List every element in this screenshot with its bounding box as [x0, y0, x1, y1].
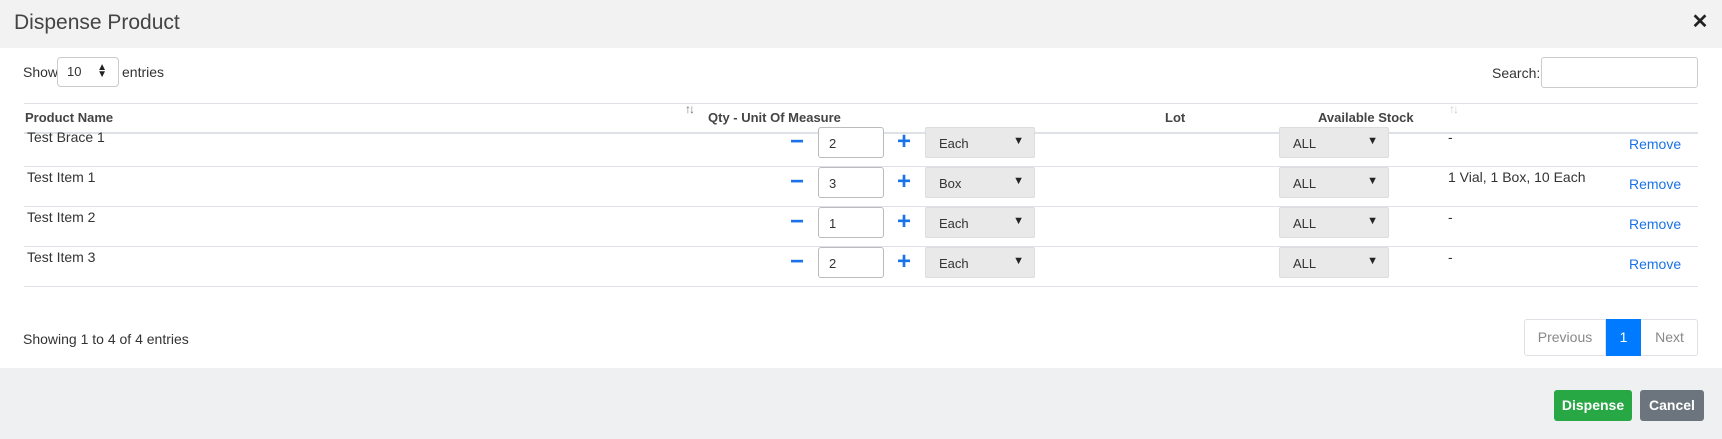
lot-select[interactable]: ALL ▼	[1279, 127, 1389, 158]
product-name: Test Item 3	[27, 249, 96, 265]
pagination-next[interactable]: Next	[1641, 320, 1698, 355]
remove-link[interactable]: Remove	[1629, 136, 1681, 152]
decrement-qty-button[interactable]: −	[787, 209, 807, 235]
qty-input[interactable]: 2	[818, 127, 884, 158]
table-row: Test Item 2 − 1 + Each ▼ ALL ▼ - Remove	[24, 203, 1698, 247]
modal-body: Show 10 ▲ ▼ entries Search: Product Name …	[0, 48, 1722, 368]
lot-select[interactable]: ALL ▼	[1279, 247, 1389, 278]
uom-value: Box	[939, 176, 962, 191]
available-stock: -	[1448, 209, 1453, 225]
lot-value: ALL	[1293, 216, 1317, 231]
increment-qty-button[interactable]: +	[894, 209, 914, 235]
pagination-page-1[interactable]: 1	[1606, 319, 1641, 356]
decrement-qty-button[interactable]: −	[787, 249, 807, 275]
uom-value: Each	[939, 216, 969, 231]
qty-input[interactable]: 3	[818, 167, 884, 198]
decrement-qty-button[interactable]: −	[787, 169, 807, 195]
sort-icon[interactable]: ↑↓	[685, 102, 695, 116]
pagination-previous[interactable]: Previous	[1525, 320, 1606, 355]
table-row: Test Item 3 − 2 + Each ▼ ALL ▼ - Remove	[24, 243, 1698, 287]
table-row: Test Item 1 − 3 + Box ▼ ALL ▼ 1 Vial, 1 …	[24, 163, 1698, 207]
close-icon[interactable]: ✕	[1690, 12, 1710, 32]
available-stock: 1 Vial, 1 Box, 10 Each	[1448, 169, 1586, 185]
uom-select[interactable]: Each ▼	[925, 127, 1035, 158]
increment-qty-button[interactable]: +	[894, 129, 914, 155]
caret-down-icon: ▼	[1013, 215, 1024, 227]
lot-value: ALL	[1293, 256, 1317, 271]
uom-select[interactable]: Each ▼	[925, 247, 1035, 278]
available-stock: -	[1448, 129, 1453, 145]
qty-input[interactable]: 1	[818, 207, 884, 238]
uom-select[interactable]: Box ▼	[925, 167, 1035, 198]
sort-icon[interactable]: ↑↓	[1449, 102, 1459, 116]
caret-down-icon: ▼	[1367, 175, 1378, 187]
table-row: Test Brace 1 − 2 + Each ▼ ALL ▼ - Remove	[24, 123, 1698, 167]
available-stock: -	[1448, 249, 1453, 265]
cancel-button[interactable]: Cancel	[1640, 390, 1704, 421]
remove-link[interactable]: Remove	[1629, 216, 1681, 232]
product-name: Test Item 1	[27, 169, 96, 185]
pagination: Previous 1 Next	[1524, 319, 1698, 356]
uom-value: Each	[939, 136, 969, 151]
remove-link[interactable]: Remove	[1629, 176, 1681, 192]
qty-input[interactable]: 2	[818, 247, 884, 278]
lot-value: ALL	[1293, 136, 1317, 151]
caret-down-icon: ▼	[1367, 255, 1378, 267]
entries-length-select[interactable]: 10 ▲ ▼	[57, 57, 119, 87]
lot-value: ALL	[1293, 176, 1317, 191]
product-name: Test Item 2	[27, 209, 96, 225]
lot-select[interactable]: ALL ▼	[1279, 167, 1389, 198]
decrement-qty-button[interactable]: −	[787, 129, 807, 155]
modal-header: Dispense Product ✕	[0, 0, 1722, 48]
entries-length-value: 10	[67, 64, 82, 79]
product-name: Test Brace 1	[27, 129, 105, 145]
search-label: Search:	[1492, 65, 1541, 81]
uom-select[interactable]: Each ▼	[925, 207, 1035, 238]
sort-arrows-icon: ▲ ▼	[97, 62, 107, 80]
lot-select[interactable]: ALL ▼	[1279, 207, 1389, 238]
dispense-button[interactable]: Dispense	[1554, 390, 1632, 421]
caret-down-icon: ▼	[1013, 175, 1024, 187]
caret-down-icon: ▼	[1013, 135, 1024, 147]
caret-down-icon: ▼	[1367, 135, 1378, 147]
caret-down-icon: ▼	[1367, 215, 1378, 227]
uom-value: Each	[939, 256, 969, 271]
entries-label: entries	[122, 64, 165, 80]
table-top-border	[24, 103, 1698, 104]
caret-down-icon: ▼	[1013, 255, 1024, 267]
search-input[interactable]	[1541, 57, 1698, 88]
table-info: Showing 1 to 4 of 4 entries	[23, 331, 189, 347]
modal-title: Dispense Product	[14, 11, 180, 34]
increment-qty-button[interactable]: +	[894, 169, 914, 195]
remove-link[interactable]: Remove	[1629, 256, 1681, 272]
show-label: Show	[23, 64, 59, 80]
increment-qty-button[interactable]: +	[894, 249, 914, 275]
